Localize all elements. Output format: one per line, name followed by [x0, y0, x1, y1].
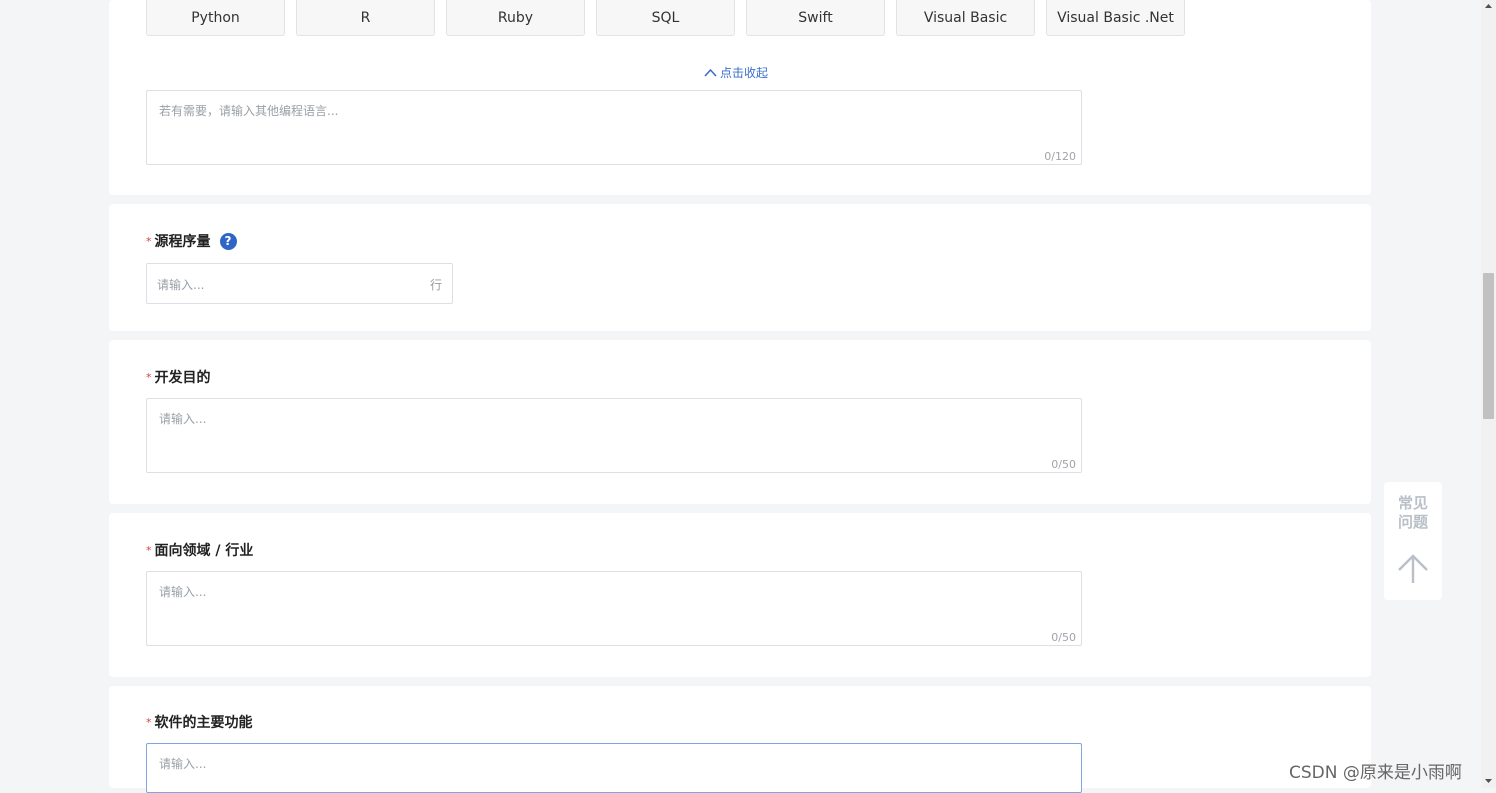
other-language-counter: 0/120: [1044, 150, 1076, 163]
required-mark: *: [146, 543, 152, 557]
faq-line-1: 常见: [1397, 494, 1428, 512]
main-functions-label: * 软件的主要功能: [146, 712, 253, 732]
lang-python-button[interactable]: Python: [146, 0, 285, 36]
purpose-placeholder: 请输入...: [159, 412, 207, 426]
purpose-label: * 开发目的: [146, 367, 211, 387]
domain-placeholder: 请输入...: [159, 585, 207, 599]
domain-label: * 面向领域 / 行业: [146, 540, 253, 560]
lang-ruby-button[interactable]: Ruby: [446, 0, 585, 36]
main-functions-textarea[interactable]: 请输入...: [146, 743, 1082, 793]
purpose-counter: 0/50: [1051, 458, 1076, 471]
domain-textarea[interactable]: 请输入... 0/50: [146, 571, 1082, 646]
language-options: Python R Ruby SQL Swift Visual Basic Vis…: [146, 0, 1196, 36]
lang-visual-basic-button[interactable]: Visual Basic: [896, 0, 1035, 36]
source-lines-input[interactable]: 请输入... 行: [146, 263, 453, 304]
source-lines-label-text: 源程序量: [154, 234, 211, 250]
faq-link[interactable]: 常见 问题: [1384, 494, 1442, 532]
required-mark: *: [146, 234, 152, 248]
domain-counter: 0/50: [1051, 631, 1076, 644]
source-lines-unit: 行: [429, 278, 442, 292]
lang-r-button[interactable]: R: [296, 0, 435, 36]
faq-float-panel[interactable]: 常见 问题: [1384, 482, 1442, 600]
main-functions-label-text: 软件的主要功能: [154, 715, 253, 731]
back-to-top-icon[interactable]: [1396, 552, 1430, 586]
scroll-down-arrow-icon[interactable]: [1481, 776, 1496, 786]
lang-visual-basic-net-button[interactable]: Visual Basic .Net: [1046, 0, 1185, 36]
collapse-link[interactable]: 点击收起: [704, 64, 768, 81]
watermark: CSDN @原来是小雨啊: [1289, 763, 1462, 783]
help-icon[interactable]: ?: [219, 232, 237, 250]
source-lines-label: * 源程序量 ?: [146, 231, 237, 251]
source-lines-placeholder: 请输入...: [157, 278, 205, 292]
scroll-up-arrow-icon[interactable]: [1481, 1, 1496, 11]
lang-swift-button[interactable]: Swift: [746, 0, 885, 36]
purpose-textarea[interactable]: 请输入... 0/50: [146, 398, 1082, 473]
faq-line-2: 问题: [1397, 513, 1428, 531]
lang-sql-button[interactable]: SQL: [596, 0, 735, 36]
collapse-label: 点击收起: [720, 66, 769, 80]
other-language-placeholder: 若有需要，请输入其他编程语言...: [159, 104, 339, 118]
chevron-up-icon: [704, 68, 717, 77]
other-language-textarea[interactable]: 若有需要，请输入其他编程语言... 0/120: [146, 90, 1082, 165]
main-functions-placeholder: 请输入...: [159, 757, 207, 771]
scrollbar-thumb[interactable]: [1483, 273, 1494, 419]
domain-label-text: 面向领域 / 行业: [154, 543, 254, 559]
purpose-label-text: 开发目的: [154, 370, 211, 386]
required-mark: *: [146, 370, 152, 384]
required-mark: *: [146, 715, 152, 729]
